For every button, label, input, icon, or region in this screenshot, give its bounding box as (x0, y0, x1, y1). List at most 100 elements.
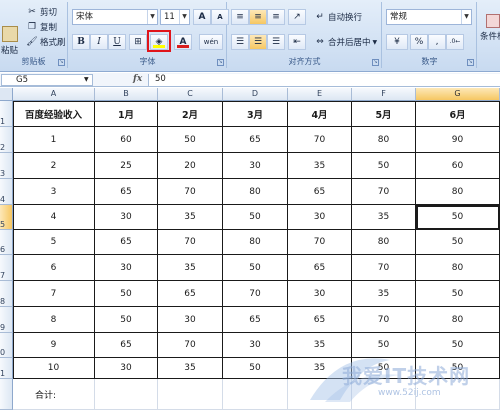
merge-center-button[interactable]: ⇔ 合并后居中 ▼ (314, 36, 377, 48)
alignment-launcher-icon[interactable]: ↘ (372, 59, 379, 66)
table-cell[interactable]: 1 (13, 127, 95, 153)
paste-button[interactable]: 粘贴 (1, 26, 18, 56)
table-cell[interactable]: 65 (288, 255, 352, 281)
table-cell[interactable]: 35 (288, 333, 352, 358)
table-cell[interactable] (352, 379, 416, 410)
row-header[interactable]: 4 (0, 179, 13, 205)
table-cell[interactable]: 3 (13, 179, 95, 205)
table-cell[interactable]: 70 (352, 255, 416, 281)
format-painter-button[interactable]: 🖌 格式刷 (26, 36, 65, 48)
conditional-format-button[interactable]: 条件格 (480, 14, 500, 42)
active-cell[interactable]: 50 (416, 205, 500, 230)
column-header[interactable]: G (416, 88, 500, 101)
column-header[interactable]: B (95, 88, 158, 101)
table-cell[interactable]: 70 (158, 179, 223, 205)
table-cell[interactable]: 90 (416, 127, 500, 153)
table-cell[interactable]: 30 (288, 205, 352, 230)
table-cell[interactable]: 30 (288, 281, 352, 307)
number-launcher-icon[interactable]: ↘ (467, 59, 474, 66)
table-header-cell[interactable]: 百度经验收入 (13, 101, 95, 127)
table-cell[interactable]: 50 (95, 307, 158, 333)
table-cell[interactable]: 80 (223, 179, 288, 205)
font-size-select[interactable]: 11 ▼ (160, 9, 190, 25)
row-header[interactable]: 6 (0, 230, 13, 255)
table-cell[interactable]: 9 (13, 333, 95, 358)
table-cell[interactable]: 35 (352, 205, 416, 230)
row-header[interactable]: 1 (0, 358, 13, 379)
table-cell[interactable]: 80 (416, 179, 500, 205)
table-cell[interactable] (288, 379, 352, 410)
table-cell[interactable]: 70 (158, 230, 223, 255)
number-format-select[interactable]: 常规 ▼ (386, 9, 472, 25)
table-cell[interactable]: 35 (158, 255, 223, 281)
table-cell[interactable]: 50 (352, 153, 416, 179)
table-cell[interactable]: 35 (288, 358, 352, 379)
font-color-button[interactable]: A (174, 34, 192, 50)
clipboard-launcher-icon[interactable]: ↘ (58, 59, 65, 66)
align-middle-button[interactable]: ≡ (249, 9, 267, 25)
table-header-cell[interactable]: 1月 (95, 101, 158, 127)
table-cell[interactable]: 50 (352, 333, 416, 358)
table-cell[interactable]: 30 (223, 153, 288, 179)
table-cell[interactable]: 50 (223, 255, 288, 281)
row-header[interactable]: 3 (0, 153, 13, 179)
row-header[interactable]: 0 (0, 333, 13, 358)
table-cell[interactable]: 50 (352, 358, 416, 379)
row-header[interactable]: 2 (0, 127, 13, 153)
table-header-cell[interactable]: 2月 (158, 101, 223, 127)
table-cell[interactable]: 70 (288, 230, 352, 255)
align-top-button[interactable]: ≡ (231, 9, 249, 25)
align-right-button[interactable]: ☰ (267, 34, 285, 50)
table-cell[interactable]: 7 (13, 281, 95, 307)
table-cell[interactable]: 65 (223, 307, 288, 333)
formula-input[interactable]: 50 (148, 74, 500, 86)
cut-button[interactable]: ✂ 剪切 (26, 6, 57, 18)
table-header-cell[interactable]: 5月 (352, 101, 416, 127)
table-header-cell[interactable]: 6月 (416, 101, 500, 127)
table-cell[interactable]: 65 (158, 281, 223, 307)
table-cell[interactable]: 60 (95, 127, 158, 153)
table-cell[interactable] (95, 379, 158, 410)
table-cell[interactable]: 30 (223, 333, 288, 358)
table-cell[interactable]: 35 (352, 281, 416, 307)
name-box[interactable]: G5 (1, 74, 93, 86)
table-cell[interactable]: 70 (158, 333, 223, 358)
table-cell[interactable]: 65 (95, 179, 158, 205)
table-cell[interactable] (158, 379, 223, 410)
borders-button[interactable]: ⊞ (129, 34, 147, 50)
table-cell[interactable]: 25 (95, 153, 158, 179)
table-cell[interactable] (223, 379, 288, 410)
font-name-select[interactable]: 宋体 ▼ (72, 9, 158, 25)
orientation-button[interactable]: ↗ (288, 9, 306, 25)
row-header[interactable]: 1 (0, 101, 13, 127)
row-header[interactable]: 8 (0, 281, 13, 307)
column-header[interactable]: C (158, 88, 223, 101)
table-cell[interactable]: 65 (288, 179, 352, 205)
table-cell[interactable]: 50 (416, 333, 500, 358)
table-cell[interactable]: 50 (416, 230, 500, 255)
table-cell[interactable]: 60 (416, 153, 500, 179)
table-cell[interactable]: 65 (223, 127, 288, 153)
table-cell[interactable]: 20 (158, 153, 223, 179)
phonetic-button[interactable]: wén (199, 34, 223, 50)
table-cell[interactable]: 30 (95, 358, 158, 379)
table-cell[interactable]: 65 (288, 307, 352, 333)
table-cell[interactable]: 80 (416, 255, 500, 281)
wrap-text-button[interactable]: ↵ 自动换行 (314, 11, 362, 23)
currency-button[interactable]: ¥ (386, 34, 408, 50)
italic-button[interactable]: I (90, 34, 108, 50)
row-header[interactable] (0, 379, 13, 410)
bold-button[interactable]: B (72, 34, 90, 50)
table-cell[interactable]: 30 (95, 255, 158, 281)
underline-button[interactable]: U (108, 34, 126, 50)
chevron-down-icon[interactable]: ▼ (84, 74, 89, 86)
table-cell[interactable] (416, 379, 500, 410)
table-cell[interactable]: 70 (288, 127, 352, 153)
table-cell[interactable]: 50 (158, 127, 223, 153)
table-cell[interactable]: 8 (13, 307, 95, 333)
table-header-cell[interactable]: 3月 (223, 101, 288, 127)
font-launcher-icon[interactable]: ↘ (217, 59, 224, 66)
table-cell[interactable]: 80 (352, 127, 416, 153)
table-cell[interactable]: 30 (95, 205, 158, 230)
percent-button[interactable]: % (410, 34, 428, 50)
